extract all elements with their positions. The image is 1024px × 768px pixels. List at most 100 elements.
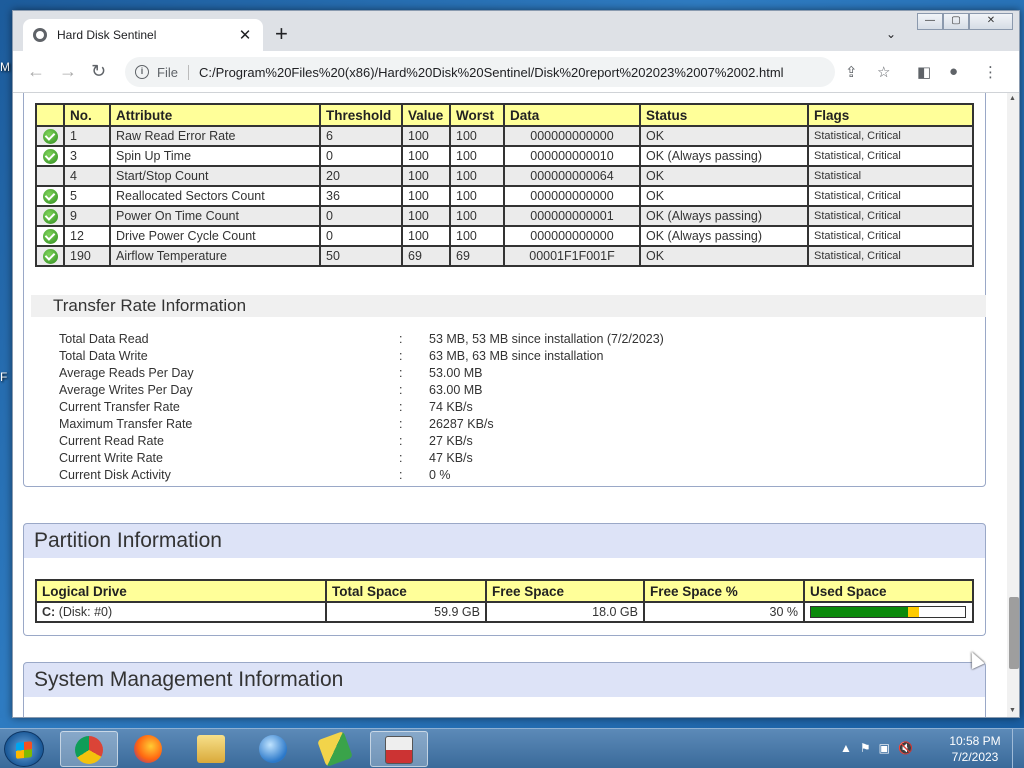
status-cell: OK: [639, 245, 809, 267]
folder-icon: [197, 735, 225, 763]
page-content: No. Attribute Threshold Value Worst Data…: [13, 93, 1009, 717]
transfer-separator: :: [399, 451, 403, 465]
ok-check-icon: [42, 128, 58, 144]
attribute-number-cell: 5: [63, 185, 111, 207]
firefox-icon: [134, 735, 162, 763]
browser-window: Hard Disk Sentinel ✕ + ⌄ — ▢ ✕ ← → ↻ i F…: [12, 10, 1020, 718]
close-button[interactable]: ✕: [969, 13, 1013, 30]
attribute-name-cell: Power On Time Count: [109, 205, 321, 227]
attribute-name-cell: Airflow Temperature: [109, 245, 321, 267]
tab-hard-disk-sentinel[interactable]: Hard Disk Sentinel ✕: [23, 19, 263, 51]
taskbar-firefox[interactable]: [120, 731, 178, 767]
value-cell: 100: [401, 145, 451, 167]
chrome-icon: [75, 736, 103, 764]
free-space-percent-cell: 30 %: [643, 601, 805, 623]
scrollbar-thumb[interactable]: [1009, 597, 1019, 669]
drive-description: (Disk: #0): [58, 605, 113, 619]
attribute-number-cell: 190: [63, 245, 111, 267]
network-icon[interactable]: ▣: [879, 741, 890, 755]
column-header: Total Space: [325, 579, 487, 603]
side-panel-icon[interactable]: ◧: [917, 63, 931, 81]
transfer-separator: :: [399, 383, 403, 397]
maximize-button[interactable]: ▢: [943, 13, 969, 30]
taskbar-app[interactable]: [307, 731, 365, 767]
smart-attributes-table: No. Attribute Threshold Value Worst Data…: [35, 103, 974, 267]
start-button[interactable]: [4, 731, 44, 767]
threshold-cell: 20: [319, 165, 403, 187]
scroll-up-arrow-icon[interactable]: ▲: [1009, 95, 1016, 102]
transfer-separator: :: [399, 468, 403, 482]
status-icon-cell: [35, 225, 65, 247]
tab-close-icon[interactable]: ✕: [237, 26, 253, 44]
flags-cell: Statistical: [807, 165, 974, 187]
back-button[interactable]: ←: [27, 61, 45, 82]
tab-search-icon[interactable]: ⌄: [886, 27, 896, 41]
raw-data-cell: 000000000000: [503, 225, 641, 247]
worst-cell: 100: [449, 125, 505, 147]
worst-cell: 100: [449, 225, 505, 247]
new-tab-button[interactable]: +: [275, 23, 288, 45]
transfer-label: Current Read Rate: [59, 434, 164, 448]
table-row: 4 Start/Stop Count 20 100 100 000000000064 OK S…: [35, 165, 974, 187]
transfer-rate-heading: Transfer Rate Information: [31, 295, 986, 317]
column-header: Worst: [449, 103, 505, 127]
taskbar-network[interactable]: [245, 731, 303, 767]
action-center-flag-icon[interactable]: ⚑: [860, 741, 871, 755]
page-scrollbar[interactable]: ▲ ▼: [1007, 93, 1019, 717]
status-cell: OK (Always passing): [639, 145, 809, 167]
partition-table: Logical Drive Total Space Free Space Fre…: [35, 579, 974, 623]
status-cell: OK: [639, 185, 809, 207]
menu-icon[interactable]: ⋮: [983, 63, 998, 81]
profile-icon[interactable]: ●: [949, 63, 958, 80]
transfer-separator: :: [399, 366, 403, 380]
window-controls: — ▢ ✕: [917, 13, 1013, 30]
address-scheme: File: [157, 64, 189, 80]
transfer-separator: :: [399, 400, 403, 414]
threshold-cell: 0: [319, 205, 403, 227]
bookmark-star-icon[interactable]: ☆: [877, 63, 890, 81]
attribute-name-cell: Spin Up Time: [109, 145, 321, 167]
attribute-name-cell: Drive Power Cycle Count: [109, 225, 321, 247]
status-cell: OK (Always passing): [639, 205, 809, 227]
raw-data-cell: 00001F1F001F: [503, 245, 641, 267]
clock-date: 7/2/2023: [951, 750, 999, 764]
table-row: 1 Raw Read Error Rate 6 100 100 000000000000 O…: [35, 125, 974, 147]
used-space-bar: [810, 606, 966, 618]
address-bar[interactable]: i File C:/Program%20Files%20(x86)/Hard%2…: [125, 57, 835, 87]
attribute-number-cell: 3: [63, 145, 111, 167]
taskbar-clock[interactable]: 10:58 PM 7/2/2023: [940, 733, 1010, 765]
partition-heading: Partition Information: [23, 523, 986, 559]
info-icon[interactable]: i: [135, 65, 149, 79]
value-cell: 100: [401, 185, 451, 207]
address-url[interactable]: C:/Program%20Files%20(x86)/Hard%20Disk%2…: [199, 65, 784, 80]
attribute-number-cell: 1: [63, 125, 111, 147]
volume-muted-icon[interactable]: 🔇: [898, 741, 913, 755]
table-row: 190 Airflow Temperature 50 69 69 00001F1F001F…: [35, 245, 974, 267]
column-header: Logical Drive: [35, 579, 327, 603]
minimize-button[interactable]: —: [917, 13, 943, 30]
show-hidden-icons-icon[interactable]: ▲: [840, 741, 852, 755]
threshold-cell: 0: [319, 145, 403, 167]
system-management-heading: System Management Information: [23, 662, 986, 698]
forward-button[interactable]: →: [59, 61, 77, 82]
status-icon-cell: [35, 245, 65, 267]
transfer-value: 27 KB/s: [429, 434, 473, 448]
desktop-icon-label-fragment: F: [0, 370, 8, 384]
drive-letter: C:: [42, 605, 56, 619]
used-space-fill: [811, 607, 909, 617]
column-header: Flags: [807, 103, 974, 127]
reload-button[interactable]: ↻: [91, 61, 106, 82]
table-row: C: (Disk: #0) 59.9 GB 18.0 GB 30 %: [35, 601, 974, 623]
transfer-label: Average Reads Per Day: [59, 366, 194, 380]
clock-time: 10:58 PM: [949, 734, 1001, 748]
share-icon[interactable]: ⇪: [845, 63, 858, 81]
table-row: 3 Spin Up Time 0 100 100 000000000010 OK (Alwa…: [35, 145, 974, 167]
attribute-number-cell: 12: [63, 225, 111, 247]
taskbar-chrome[interactable]: [60, 731, 118, 767]
show-desktop-button[interactable]: [1012, 729, 1024, 768]
taskbar-explorer[interactable]: [183, 731, 241, 767]
globe-icon: [33, 28, 47, 42]
system-management-panel: [23, 697, 986, 717]
scroll-down-arrow-icon[interactable]: ▼: [1009, 707, 1016, 714]
taskbar-hard-disk-sentinel[interactable]: [370, 731, 428, 767]
